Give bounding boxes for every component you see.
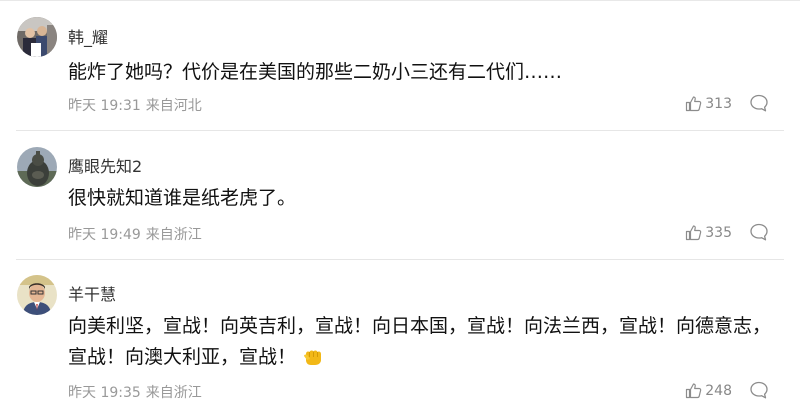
- comment-text: 向美利坚，宣战！向英吉利，宣战！向日本国，宣战！向法兰西，宣战！向德意志，宣战！…: [68, 311, 773, 376]
- thumbs-up-icon: [686, 383, 702, 399]
- thumbs-up-icon: [686, 96, 702, 112]
- comment-reply-button[interactable]: [749, 93, 769, 113]
- like-button[interactable]: 313: [685, 95, 732, 112]
- username[interactable]: 羊干慧: [68, 281, 116, 305]
- comment-meta: 昨天 19:49 来自浙江: [68, 224, 202, 244]
- comment-time: 昨天 19:35: [68, 385, 141, 401]
- fist-emoji-icon: [302, 345, 326, 376]
- speech-bubble-icon: [750, 223, 768, 241]
- comment-meta: 昨天 19:35 来自浙江: [68, 382, 202, 402]
- comment-time: 昨天 19:31: [68, 98, 141, 114]
- comment-location: 来自浙江: [145, 385, 202, 401]
- user-avatar-photo-group-icon: [17, 17, 57, 57]
- comment-item: 鹰眼先知2 很快就知道谁是纸老虎了。 昨天 19:49 来自浙江 335: [0, 131, 800, 259]
- avatar[interactable]: [17, 275, 57, 315]
- comment-location: 来自浙江: [145, 227, 202, 243]
- comment-item: 羊干慧 向美利坚，宣战！向英吉利，宣战！向日本国，宣战！向法兰西，宣战！向德意志…: [0, 260, 800, 411]
- thumbs-up-icon: [686, 225, 702, 241]
- comment-text-body: 向美利坚，宣战！向英吉利，宣战！向日本国，宣战！向法兰西，宣战！向德意志，宣战！…: [68, 315, 772, 368]
- avatar[interactable]: [17, 147, 57, 187]
- comment-location: 来自河北: [145, 98, 202, 114]
- like-count: 313: [705, 95, 732, 112]
- speech-bubble-icon: [750, 94, 768, 112]
- like-count: 335: [705, 224, 732, 241]
- comment-meta: 昨天 19:31 来自河北: [68, 95, 202, 115]
- comment-reply-button[interactable]: [749, 222, 769, 242]
- speech-bubble-icon: [750, 381, 768, 399]
- comment-item: 韩_耀 能炸了她吗？代价是在美国的那些二奶小三还有二代们…… 昨天 19:31 来…: [0, 0, 800, 130]
- comment-text: 能炸了她吗？代价是在美国的那些二奶小三还有二代们……: [68, 61, 563, 83]
- avatar[interactable]: [17, 17, 57, 57]
- comment-reply-button[interactable]: [749, 380, 769, 400]
- comment-time: 昨天 19:49: [68, 227, 141, 243]
- comment-text: 很快就知道谁是纸老虎了。: [68, 187, 297, 209]
- user-avatar-statue-icon: [17, 147, 57, 187]
- like-button[interactable]: 335: [685, 224, 732, 241]
- username[interactable]: 韩_耀: [68, 24, 108, 48]
- like-count: 248: [705, 382, 732, 399]
- user-avatar-portrait-icon: [17, 275, 57, 315]
- username[interactable]: 鹰眼先知2: [68, 153, 142, 177]
- like-button[interactable]: 248: [685, 382, 732, 399]
